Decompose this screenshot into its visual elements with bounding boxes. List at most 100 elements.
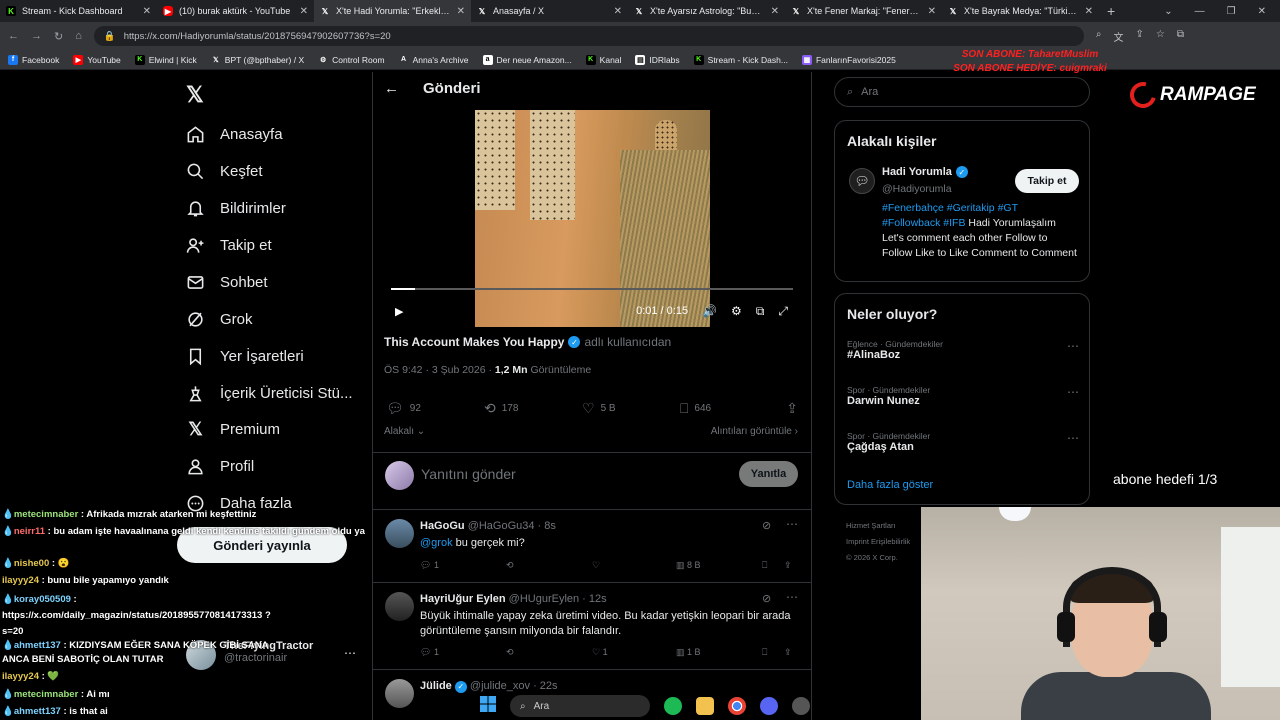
zoom-icon[interactable]: ⌕: [1096, 29, 1102, 44]
terms-link[interactable]: Hizmet Şartları: [846, 518, 910, 534]
post-time[interactable]: ÖS 9:42 · 3 Şub 2026 ·: [384, 364, 492, 376]
sort-dropdown[interactable]: Alakalı ⌄: [384, 426, 425, 437]
repost-icon[interactable]: ⟲: [506, 560, 592, 571]
volume-icon[interactable]: 🔊: [702, 304, 717, 318]
browser-tab[interactable]: ▶ (10) burak aktürk - YouTube ✕: [157, 0, 314, 22]
minimize-icon[interactable]: —: [1195, 6, 1205, 17]
pip-icon[interactable]: ⧉: [756, 304, 765, 319]
nav-notifications[interactable]: Bildirimler: [186, 196, 286, 220]
reload-icon[interactable]: ↻: [54, 30, 63, 43]
more-icon[interactable]: ⋯: [786, 517, 798, 531]
close-icon[interactable]: ✕: [771, 6, 779, 17]
bookmark-item[interactable]: ▤ IDRlabs: [635, 54, 680, 65]
close-icon[interactable]: ✕: [457, 6, 465, 17]
share-icon[interactable]: ⇪: [1135, 29, 1143, 44]
more-icon[interactable]: ⋯: [1067, 431, 1079, 445]
url-input[interactable]: 🔒 https://x.com/Hadiyorumla/status/20187…: [93, 26, 1084, 46]
bookmark-icon[interactable]: ⎕: [762, 560, 784, 571]
nav-explore[interactable]: Keşfet: [186, 159, 263, 183]
bookmark-item[interactable]: f Facebook: [8, 54, 59, 65]
back-icon[interactable]: ←: [8, 30, 19, 42]
bookmark-icon[interactable]: ⎕: [762, 647, 784, 658]
browser-tab-active[interactable]: 𝕏 X'te Hadi Yorumla: "Erkekler ne... ✕: [314, 0, 471, 22]
maximize-icon[interactable]: ❐: [1227, 6, 1236, 17]
more-icon[interactable]: ⋯: [1067, 385, 1079, 399]
mention-link[interactable]: @grok: [420, 537, 453, 549]
settings-icon[interactable]: [792, 697, 810, 715]
nav-chat[interactable]: Sohbet: [186, 270, 268, 294]
spotify-icon[interactable]: [664, 697, 682, 715]
share-icon[interactable]: ⇪: [784, 647, 792, 658]
repost-icon[interactable]: ⟲: [506, 647, 592, 658]
close-icon[interactable]: ✕: [1085, 6, 1093, 17]
search-input[interactable]: ⌕ Ara: [834, 77, 1090, 107]
close-icon[interactable]: ✕: [300, 6, 308, 17]
fullscreen-icon[interactable]: ⤢: [778, 304, 788, 319]
browser-tab[interactable]: 𝕏 X'te Ayarsız Astrolog: "Bugünü... ✕: [628, 0, 785, 22]
reply-tweet[interactable]: HayriUğur Eylen @HUgurEylen · 12s Büyük …: [372, 583, 812, 670]
bookmark-item[interactable]: ▶ YouTube: [73, 54, 121, 65]
browser-tab[interactable]: 𝕏 X'te Bayrak Medya: "Türkiye'de... ✕: [942, 0, 1099, 22]
person-name[interactable]: Hadi Yorumla: [882, 166, 952, 178]
settings-icon[interactable]: ⚙: [731, 304, 742, 318]
nav-premium[interactable]: 𝕏 Premium: [186, 417, 280, 441]
views-button[interactable]: ▥ 8 B: [676, 560, 762, 571]
forward-icon[interactable]: →: [31, 30, 42, 42]
grok-icon[interactable]: ⊘: [762, 592, 771, 605]
bookmark-item[interactable]: ⚙ Control Room: [318, 55, 385, 65]
bookmark-item[interactable]: ▦ FanlarınFavorisi2025: [801, 54, 896, 65]
avatar[interactable]: [385, 592, 414, 621]
new-tab-button[interactable]: +: [1099, 3, 1123, 19]
like-button[interactable]: ♡ 1: [592, 647, 676, 658]
play-icon[interactable]: ▶: [395, 305, 403, 318]
bookmark-item[interactable]: a Der neue Amazon...: [482, 54, 572, 65]
close-icon[interactable]: ✕: [1258, 6, 1266, 17]
bookmark-button[interactable]: ⎕ 646: [680, 400, 778, 417]
bookmark-item[interactable]: A Anna's Archive: [399, 55, 469, 65]
translate-icon[interactable]: 文: [1113, 29, 1123, 44]
bookmark-item[interactable]: K Kanal: [585, 54, 621, 65]
tweet-author[interactable]: Jülide: [420, 680, 452, 692]
avatar[interactable]: [385, 519, 414, 548]
home-icon[interactable]: ⌂: [75, 30, 82, 42]
nav-grok[interactable]: Grok: [186, 307, 253, 331]
view-quotes-link[interactable]: Alıntıları görüntüle ›: [711, 426, 798, 437]
trend-item[interactable]: Eğlence · Gündemdekiler #AlinaBoz ⋯: [847, 339, 1079, 361]
windows-start-icon[interactable]: [480, 695, 496, 717]
browser-tab[interactable]: 𝕏 X'te Fener Markaj: "Fenerbahçe... ✕: [785, 0, 942, 22]
nav-bookmarks[interactable]: Yer İşaretleri: [186, 344, 304, 368]
bookmark-item[interactable]: K Elwind | Kick: [134, 54, 197, 65]
x-logo-icon[interactable]: 𝕏: [186, 82, 204, 108]
extensions-icon[interactable]: ⧉: [1177, 29, 1184, 44]
more-icon[interactable]: ⋯: [786, 590, 798, 604]
grok-icon[interactable]: ⊘: [762, 519, 771, 532]
heart-icon[interactable]: ♡: [592, 560, 676, 571]
reply-submit-button[interactable]: Yanıtla: [739, 461, 798, 487]
share-icon[interactable]: ⇪: [784, 560, 792, 571]
views-button[interactable]: ▥ 1 B: [676, 647, 762, 658]
reply-tweet[interactable]: HaGoGu @HaGoGu34 · 8s @grok bu gerçek mi…: [372, 510, 812, 583]
share-button[interactable]: ⇪: [786, 400, 798, 417]
tweet-author[interactable]: HayriUğur Eylen: [420, 593, 506, 605]
bookmark-star-icon[interactable]: ☆: [1156, 29, 1165, 44]
reply-button[interactable]: 💬︎ 1: [420, 647, 506, 658]
source-author[interactable]: This Account Makes You Happy: [384, 335, 564, 349]
browser-tab[interactable]: K Stream - Kick Dashboard ✕: [0, 0, 157, 22]
nav-home[interactable]: Anasayfa: [186, 122, 283, 146]
taskbar-search[interactable]: ⌕ Ara: [510, 695, 650, 717]
more-icon[interactable]: ⋯: [1067, 339, 1079, 353]
file-explorer-icon[interactable]: [696, 697, 714, 715]
follow-button[interactable]: Takip et: [1015, 169, 1079, 193]
reply-button[interactable]: 💬︎ 92: [386, 400, 484, 417]
browser-tab[interactable]: 𝕏 Anasayfa / X ✕: [471, 0, 628, 22]
close-icon[interactable]: ✕: [614, 6, 622, 17]
video-progress-bar[interactable]: [391, 288, 793, 290]
chrome-icon[interactable]: [728, 697, 746, 715]
reply-button[interactable]: 💬︎ 1: [420, 560, 506, 571]
show-more-link[interactable]: Daha fazla göster: [847, 479, 933, 491]
video-player[interactable]: ▶ 0:01 / 0:15 🔊 ⚙ ⧉ ⤢: [385, 110, 798, 327]
bookmark-item[interactable]: 𝕏 BPT (@bpthaber) / X: [211, 55, 304, 65]
avatar[interactable]: 💬︎: [849, 168, 875, 194]
nav-follow[interactable]: Takip et: [186, 233, 272, 257]
avatar[interactable]: [385, 679, 414, 708]
